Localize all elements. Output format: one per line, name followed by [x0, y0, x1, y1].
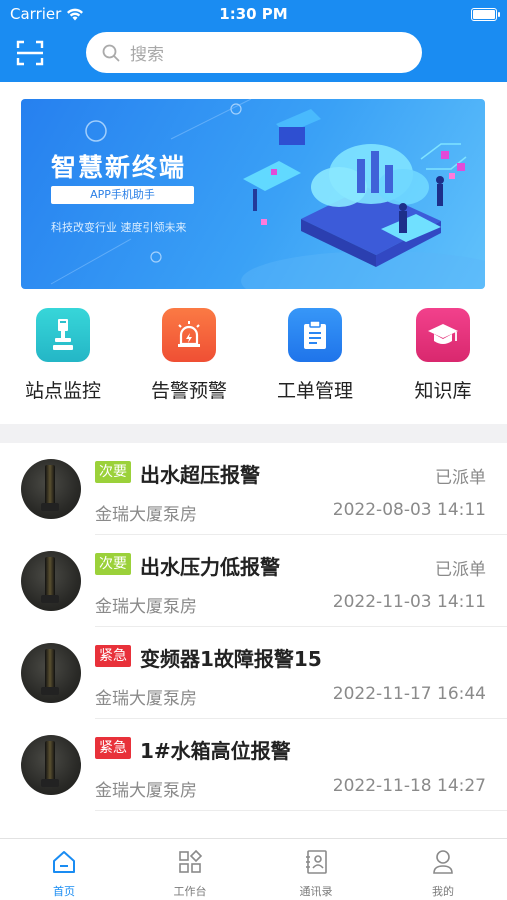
scan-icon[interactable]: [16, 40, 44, 66]
alarm-icon: [162, 308, 216, 362]
tab-label: 通讯录: [299, 885, 333, 898]
alarm-title: 变频器1故障报警15: [140, 647, 322, 671]
pump-avatar: [21, 735, 81, 795]
pump-avatar: [21, 551, 81, 611]
quick-action-site-monitor[interactable]: 站点监控: [8, 308, 118, 403]
knowledge-icon: [416, 308, 470, 362]
alarm-site: 金瑞大厦泵房: [95, 505, 197, 525]
row-divider: [95, 810, 507, 811]
site-monitor-icon: [36, 308, 90, 362]
alarm-level-badge: 紧急: [95, 645, 131, 667]
pump-avatar: [21, 643, 81, 703]
tab-profile[interactable]: 我的: [403, 849, 483, 899]
alarm-level-badge: 紧急: [95, 737, 131, 759]
search-icon: [102, 44, 120, 61]
work-order-icon: [288, 308, 342, 362]
tab-label: 我的: [432, 885, 454, 898]
alarm-title: 出水压力低报警: [140, 555, 280, 579]
tab-contacts[interactable]: 通讯录: [276, 849, 356, 899]
quick-action-label: 工单管理: [276, 380, 353, 402]
home-icon: [53, 851, 75, 873]
alarm-site: 金瑞大厦泵房: [95, 597, 197, 617]
quick-action-alarm[interactable]: 告警预警: [134, 308, 244, 403]
section-divider: [0, 424, 507, 443]
pump-avatar: [21, 459, 81, 519]
alarm-list-item[interactable]: 紧急 变频器1故障报警15 金瑞大厦泵房 2022-11-17 16:44: [0, 627, 507, 719]
quick-action-label: 知识库: [414, 380, 472, 402]
alarm-status: 已派单: [435, 560, 486, 580]
status-bar: Carrier 1:30 PM: [0, 0, 507, 28]
quick-action-label: 告警预警: [150, 380, 227, 402]
tab-workbench[interactable]: 工作台: [150, 849, 230, 899]
quick-action-work-order[interactable]: 工单管理: [260, 308, 370, 403]
tab-label: 工作台: [173, 885, 207, 898]
banner-subtitle: APP手机助手: [51, 186, 194, 204]
alarm-site: 金瑞大厦泵房: [95, 689, 197, 709]
alarm-time: 2022-11-03 14:11: [332, 592, 486, 612]
alarm-list-item[interactable]: 次要 出水压力低报警 已派单 金瑞大厦泵房 2022-11-03 14:11: [0, 535, 507, 627]
quick-action-label: 站点监控: [24, 380, 101, 402]
alarm-site: 金瑞大厦泵房: [95, 781, 197, 801]
quick-actions: 站点监控 告警预警 工单管理 知识库: [0, 308, 507, 408]
battery-icon: [471, 8, 500, 21]
alarm-time: 2022-11-18 14:27: [332, 776, 486, 796]
profile-icon: [433, 850, 453, 874]
alarm-time: 2022-08-03 14:11: [332, 500, 486, 520]
promo-banner[interactable]: 智慧新终端 APP手机助手 科技改变行业 速度引领未来: [21, 99, 485, 289]
banner-slogan: 科技改变行业 速度引领未来: [51, 221, 187, 234]
alarm-list-item[interactable]: 紧急 1#水箱高位报警 金瑞大厦泵房 2022-11-18 14:27: [0, 719, 507, 811]
alarm-status: 已派单: [435, 468, 486, 488]
tab-label: 首页: [53, 885, 75, 898]
workbench-icon: [179, 849, 203, 873]
alarm-level-badge: 次要: [95, 461, 131, 483]
alarm-title: 出水超压报警: [140, 463, 260, 487]
banner-title: 智慧新终端: [51, 153, 187, 182]
bottom-tab-bar: 首页 工作台 通讯录 我的: [0, 838, 507, 900]
alarm-time: 2022-11-17 16:44: [332, 684, 486, 704]
quick-action-knowledge[interactable]: 知识库: [388, 308, 498, 403]
contacts-icon: [306, 850, 327, 874]
search-input[interactable]: 搜索: [86, 32, 422, 73]
search-placeholder: 搜索: [130, 45, 164, 65]
app-header: Carrier 1:30 PM 搜索: [0, 0, 507, 82]
tab-home[interactable]: 首页: [24, 849, 104, 899]
alarm-title: 1#水箱高位报警: [140, 739, 291, 763]
status-time: 1:30 PM: [219, 5, 288, 23]
alarm-level-badge: 次要: [95, 553, 131, 575]
alarm-list-item[interactable]: 次要 出水超压报警 已派单 金瑞大厦泵房 2022-08-03 14:11: [0, 443, 507, 535]
